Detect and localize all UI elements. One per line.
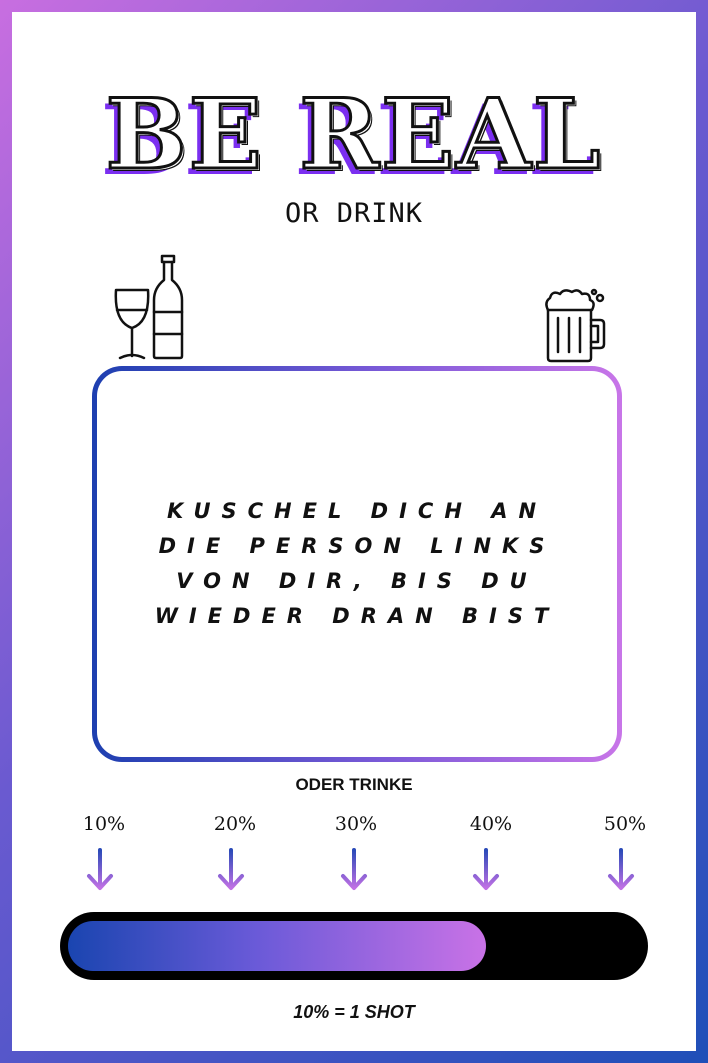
progress-bar — [60, 912, 648, 980]
task-box: KUSCHEL DICH AN DIE PERSON LINKS VON DIR… — [92, 366, 622, 762]
task-box-inner: KUSCHEL DICH AN DIE PERSON LINKS VON DIR… — [97, 371, 617, 757]
beer-mug-icon — [545, 288, 606, 363]
title-text: BE REAL — [104, 78, 603, 191]
arrow-down-icon — [341, 848, 367, 890]
arrow-down-icon — [218, 848, 244, 890]
scale-label-40: 40% — [469, 813, 513, 835]
progress-bar-fill — [68, 921, 486, 971]
scale-label-50: 50% — [603, 813, 647, 835]
scale-label-20: 20% — [213, 813, 257, 835]
arrow-down-icon — [473, 848, 499, 890]
scale-label-30: 30% — [334, 813, 378, 835]
scale-label-10: 10% — [82, 813, 126, 835]
task-text: KUSCHEL DICH AN DIE PERSON LINKS VON DIR… — [154, 499, 560, 628]
card-frame: BE REAL BE REAL OR DRINK KUSCHEL DICH AN… — [0, 0, 708, 1063]
shot-note: 10% = 1 SHOT — [293, 1002, 415, 1022]
arrow-down-icon — [608, 848, 634, 890]
wine-glass-and-bottle-icon — [114, 254, 184, 360]
alternative-label: ODER TRINKE — [295, 775, 413, 794]
arrow-down-icon — [87, 848, 113, 890]
subtitle: OR DRINK — [284, 198, 424, 229]
title: BE REAL BE REAL — [0, 78, 708, 196]
